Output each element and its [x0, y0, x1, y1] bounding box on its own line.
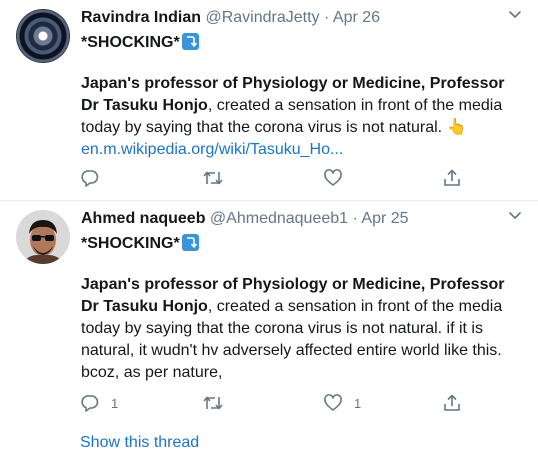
wikipedia-link[interactable]: en.m.wikipedia.org/wiki/Tasuku_Ho... — [81, 139, 521, 161]
shocking-text: *SHOCKING* — [81, 235, 180, 252]
tweet-title: *SHOCKING* — [81, 234, 199, 254]
show-thread-link[interactable]: Show this thread — [80, 434, 199, 452]
shocking-text: *SHOCKING* — [81, 34, 180, 51]
handle[interactable]: @Ahmednaqueeb1 — [210, 210, 348, 227]
avatar[interactable] — [16, 9, 70, 63]
retweet-icon — [203, 171, 223, 185]
like-icon — [324, 394, 342, 411]
reply-icon — [81, 395, 99, 412]
tweet-header: Ravindra Indian @RavindraJetty · Apr 26 — [81, 8, 380, 28]
tweet-body: Japan's professor of Physiology or Medic… — [81, 274, 521, 384]
tweet[interactable]: Ahmed naqueeb @Ahmednaqueeb1 · Apr 25 *S… — [0, 201, 538, 467]
tweet-date[interactable]: Apr 26 — [333, 9, 380, 26]
like-button[interactable]: 1 — [323, 392, 361, 414]
share-icon — [444, 394, 460, 411]
like-button[interactable] — [323, 167, 354, 189]
tweet-date[interactable]: Apr 25 — [361, 210, 408, 227]
display-name[interactable]: Ravindra Indian — [81, 9, 201, 26]
reply-button[interactable]: 1 — [80, 392, 118, 414]
retweet-button[interactable] — [202, 167, 224, 189]
pointing-up-emoji: 👆 — [446, 119, 467, 136]
tweet-body: Japan's professor of Physiology or Medic… — [81, 73, 521, 161]
share-button[interactable] — [442, 167, 462, 189]
retweet-icon — [203, 396, 223, 410]
share-icon — [444, 169, 460, 186]
reply-button[interactable] — [80, 167, 111, 189]
reply-icon — [81, 170, 99, 187]
caret-down-icon[interactable] — [508, 10, 522, 20]
tweet-actions — [80, 167, 470, 189]
handle[interactable]: @RavindraJetty — [205, 9, 319, 26]
avatar[interactable] — [16, 210, 70, 264]
retweet-button[interactable] — [202, 392, 224, 414]
caret-down-icon[interactable] — [508, 211, 522, 221]
tweet[interactable]: Ravindra Indian @RavindraJetty · Apr 26 … — [0, 0, 538, 200]
like-icon — [324, 169, 342, 186]
display-name[interactable]: Ahmed naqueeb — [81, 210, 205, 227]
like-count: 1 — [354, 395, 362, 411]
reply-count: 1 — [111, 395, 119, 411]
return-arrow-icon — [181, 33, 199, 50]
dot-separator: · — [352, 210, 358, 227]
return-arrow-icon — [181, 234, 199, 251]
tweet-actions: 1 1 — [80, 392, 470, 414]
share-button[interactable] — [442, 392, 462, 414]
tweet-header: Ahmed naqueeb @Ahmednaqueeb1 · Apr 25 — [81, 209, 409, 229]
dot-separator: · — [324, 9, 330, 26]
tweet-title: *SHOCKING* — [81, 33, 199, 53]
